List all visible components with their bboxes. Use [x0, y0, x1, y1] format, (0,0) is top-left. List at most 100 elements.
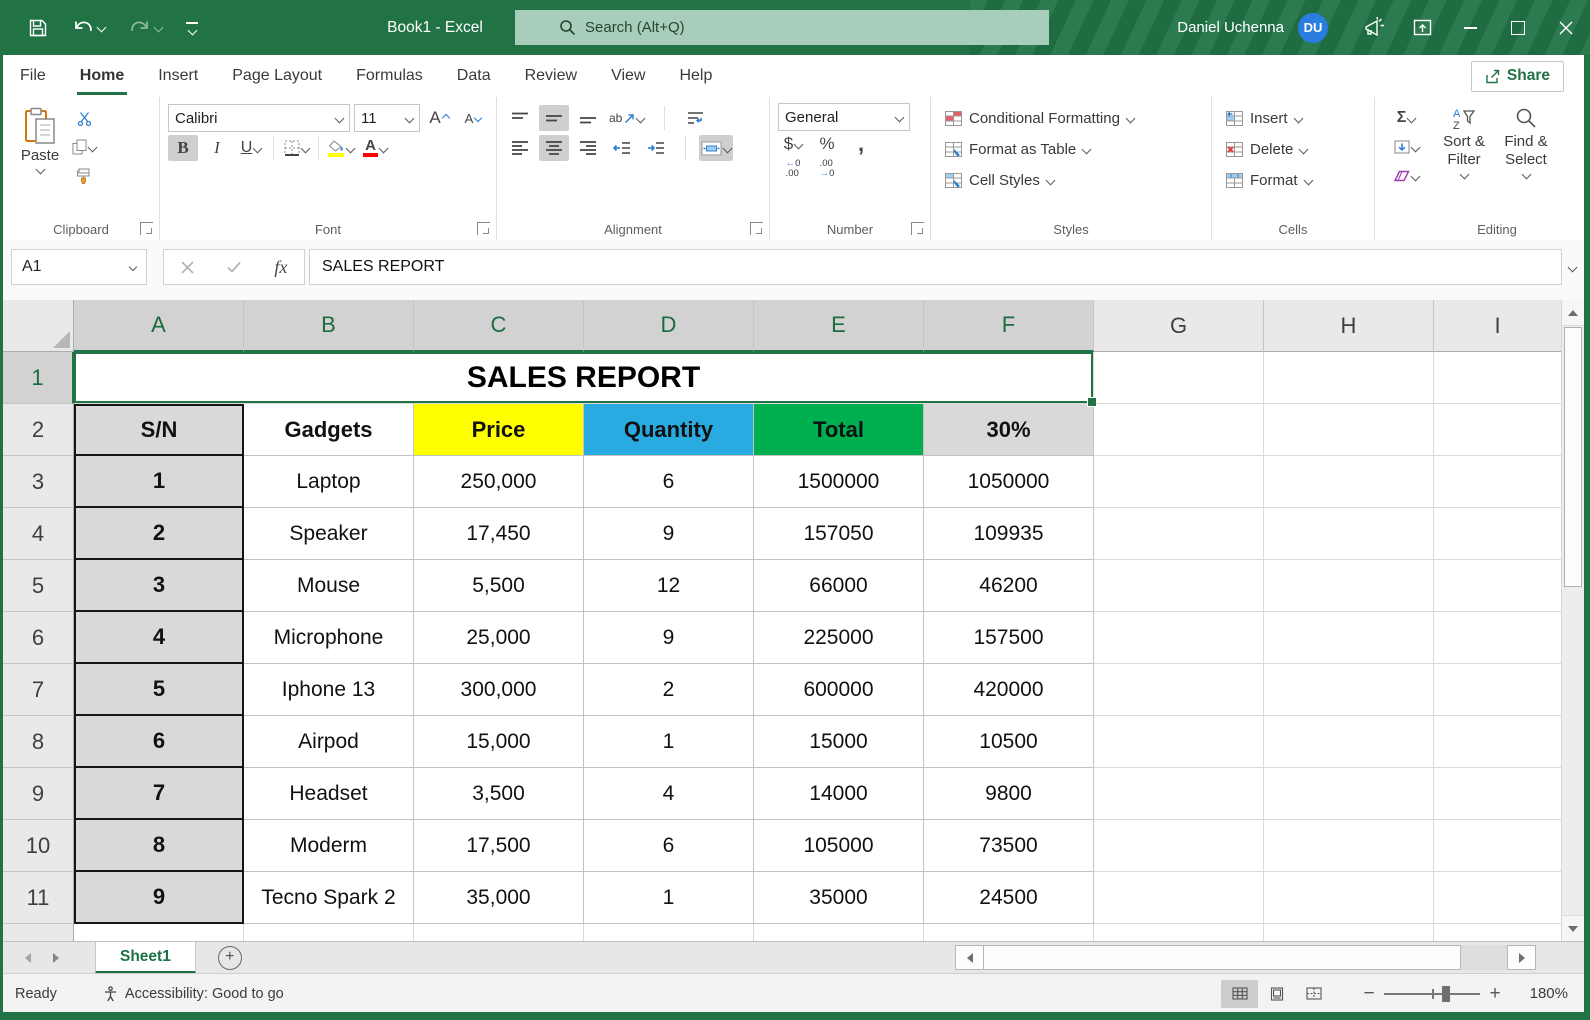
- sheet-tab-sheet1[interactable]: Sheet1: [95, 942, 196, 974]
- format-cells-button[interactable]: Format: [1226, 167, 1368, 194]
- col-header-g[interactable]: G: [1094, 300, 1264, 352]
- cell-total[interactable]: 14000: [754, 768, 924, 820]
- cell-price[interactable]: 17,450: [414, 508, 584, 560]
- paste-button[interactable]: Paste: [11, 103, 69, 189]
- fill-button[interactable]: [1391, 134, 1421, 160]
- grow-font-button[interactable]: A: [424, 105, 454, 131]
- undo-dropdown-icon[interactable]: [97, 23, 107, 33]
- sort-filter-dropdown-icon[interactable]: [1459, 170, 1469, 180]
- paste-dropdown-icon[interactable]: [35, 165, 45, 175]
- cell-quantity[interactable]: 1: [584, 872, 754, 924]
- empty-cell[interactable]: [244, 924, 414, 941]
- cell-quantity[interactable]: 4: [584, 768, 754, 820]
- feedback-button[interactable]: [1350, 0, 1398, 55]
- number-format-select[interactable]: General: [778, 103, 910, 131]
- cell-gadget[interactable]: Laptop: [244, 456, 414, 508]
- clipboard-dialog-launcher[interactable]: [140, 222, 153, 235]
- scroll-left-button[interactable]: [955, 945, 984, 970]
- empty-cell[interactable]: [1434, 768, 1562, 820]
- cell-quantity-header[interactable]: Quantity: [584, 404, 754, 456]
- cell-percent[interactable]: 10500: [924, 716, 1094, 768]
- insert-cells-button[interactable]: Insert: [1226, 105, 1368, 132]
- cell-percent[interactable]: 1050000: [924, 456, 1094, 508]
- empty-cell[interactable]: [1094, 404, 1264, 456]
- underline-dropdown-icon[interactable]: [253, 143, 263, 153]
- row-header-9[interactable]: 9: [3, 768, 74, 820]
- tab-view[interactable]: View: [594, 55, 662, 97]
- zoom-slider-thumb[interactable]: [1442, 986, 1450, 1002]
- cell-sn[interactable]: 7: [74, 768, 244, 820]
- wrap-text-button[interactable]: [680, 105, 710, 131]
- tab-file[interactable]: File: [3, 55, 63, 97]
- tab-home[interactable]: Home: [63, 55, 141, 97]
- cell-total[interactable]: 15000: [754, 716, 924, 768]
- empty-cell[interactable]: [1264, 560, 1434, 612]
- row-header-8[interactable]: 8: [3, 716, 74, 768]
- horizontal-scrollbar-track[interactable]: [1461, 945, 1507, 970]
- align-right-button[interactable]: [573, 135, 603, 161]
- increase-indent-button[interactable]: [641, 135, 671, 161]
- scroll-right-button[interactable]: [1507, 945, 1536, 970]
- empty-cell[interactable]: [1094, 352, 1264, 404]
- scroll-down-button[interactable]: [1562, 915, 1584, 941]
- cell-price[interactable]: 300,000: [414, 664, 584, 716]
- font-color-button[interactable]: A: [360, 135, 390, 161]
- cell-percent[interactable]: 9800: [924, 768, 1094, 820]
- search-box[interactable]: [515, 10, 1049, 45]
- cell-gadget[interactable]: Headset: [244, 768, 414, 820]
- col-header-f[interactable]: F: [924, 300, 1094, 352]
- empty-cell[interactable]: [414, 924, 584, 941]
- row-header-7[interactable]: 7: [3, 664, 74, 716]
- cell-percent[interactable]: 46200: [924, 560, 1094, 612]
- cell-styles-button[interactable]: Cell Styles: [945, 167, 1205, 194]
- row-header-10[interactable]: 10: [3, 820, 74, 872]
- col-header-h[interactable]: H: [1264, 300, 1434, 352]
- italic-button[interactable]: I: [202, 135, 232, 161]
- empty-cell[interactable]: [1094, 820, 1264, 872]
- empty-cell[interactable]: [1264, 664, 1434, 716]
- maximize-button[interactable]: [1494, 0, 1542, 55]
- clear-dropdown-icon[interactable]: [1410, 171, 1420, 181]
- row-header-2[interactable]: 2: [3, 404, 74, 456]
- cell-price[interactable]: 15,000: [414, 716, 584, 768]
- cell-price[interactable]: 17,500: [414, 820, 584, 872]
- empty-cell[interactable]: [1264, 872, 1434, 924]
- vertical-scrollbar[interactable]: [1561, 300, 1584, 941]
- font-dialog-launcher[interactable]: [477, 222, 490, 235]
- empty-cell[interactable]: [1094, 768, 1264, 820]
- middle-align-button[interactable]: [539, 105, 569, 131]
- redo-dropdown-icon[interactable]: [154, 23, 164, 33]
- cell-sn-header[interactable]: S/N: [74, 404, 244, 456]
- find-select-dropdown-icon[interactable]: [1521, 170, 1531, 180]
- empty-cell[interactable]: [1434, 560, 1562, 612]
- cell-price[interactable]: 35,000: [414, 872, 584, 924]
- tab-help[interactable]: Help: [662, 55, 729, 97]
- cell-percent[interactable]: 24500: [924, 872, 1094, 924]
- cell-total[interactable]: 66000: [754, 560, 924, 612]
- minimize-button[interactable]: [1446, 0, 1494, 55]
- merge-center-button[interactable]: [699, 135, 733, 161]
- font-size-select[interactable]: 11: [354, 104, 420, 132]
- empty-cell[interactable]: [1264, 768, 1434, 820]
- cell-price[interactable]: 5,500: [414, 560, 584, 612]
- fill-dropdown-icon[interactable]: [1410, 142, 1420, 152]
- comma-style-button[interactable]: ,: [846, 131, 876, 157]
- close-button[interactable]: [1542, 0, 1590, 55]
- empty-cell[interactable]: [1264, 924, 1434, 941]
- empty-cell[interactable]: [1434, 664, 1562, 716]
- copy-button[interactable]: [69, 134, 99, 160]
- cell-quantity[interactable]: 6: [584, 820, 754, 872]
- empty-cell[interactable]: [1094, 924, 1264, 941]
- vertical-scrollbar-thumb[interactable]: [1564, 327, 1582, 587]
- tab-data[interactable]: Data: [440, 55, 508, 97]
- find-select-button[interactable]: Find & Select: [1495, 103, 1557, 189]
- cell-total[interactable]: 105000: [754, 820, 924, 872]
- empty-cell[interactable]: [1434, 612, 1562, 664]
- tab-review[interactable]: Review: [508, 55, 594, 97]
- avatar[interactable]: DU: [1298, 13, 1328, 43]
- zoom-level[interactable]: 180%: [1516, 985, 1568, 1002]
- cell-gadget[interactable]: Airpod: [244, 716, 414, 768]
- fill-color-dropdown-icon[interactable]: [346, 143, 356, 153]
- zoom-out-button[interactable]: −: [1358, 983, 1380, 1005]
- col-header-i[interactable]: I: [1434, 300, 1562, 352]
